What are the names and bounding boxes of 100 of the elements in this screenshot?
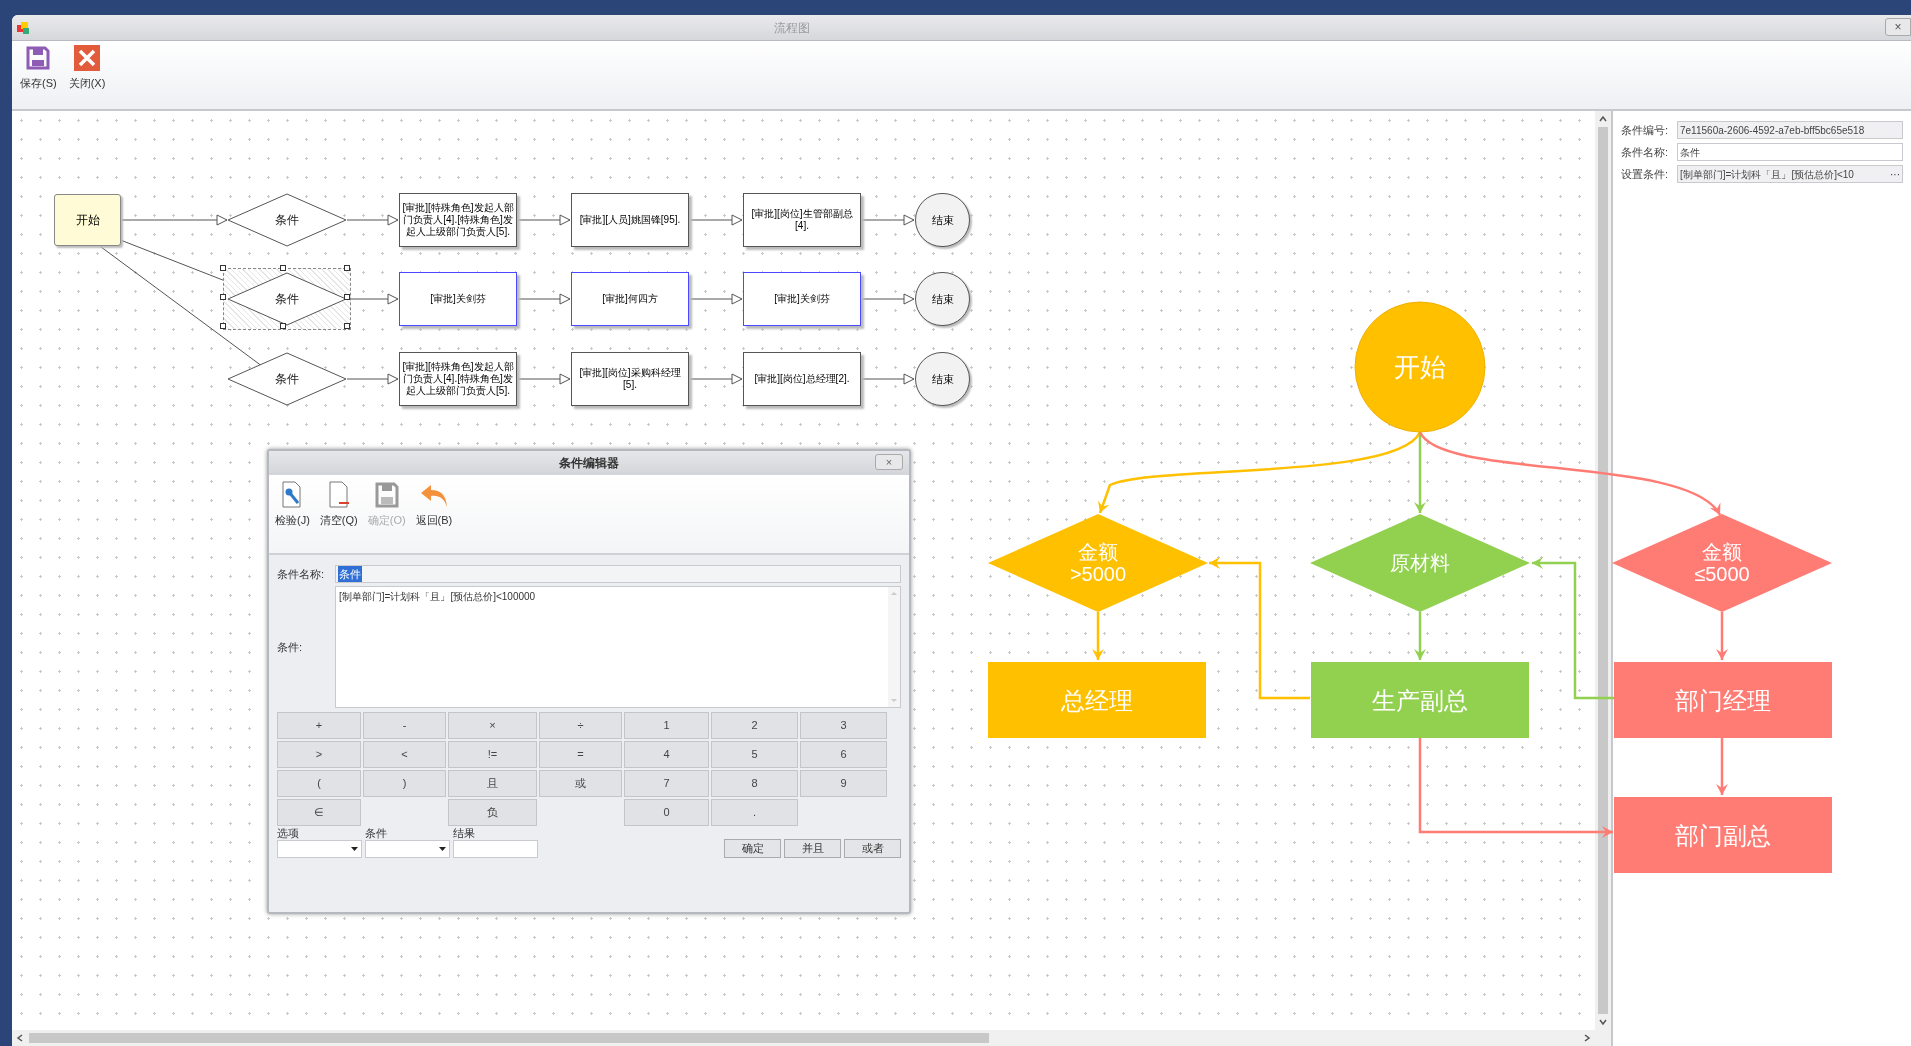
dialog-title: 条件编辑器	[559, 455, 619, 472]
keypad-key[interactable]: 4	[624, 741, 709, 768]
keypad-key[interactable]: 0	[624, 799, 709, 826]
connector-arrow	[516, 293, 571, 305]
horizontal-scrollbar[interactable]	[12, 1030, 1611, 1046]
keypad-key[interactable]: 且	[448, 770, 537, 797]
field-label: 设置条件:	[1621, 166, 1670, 182]
connector-arrow	[1716, 738, 1728, 795]
input-value: 条件	[338, 565, 362, 583]
end-node[interactable]: 结束	[915, 352, 970, 406]
name-input-field[interactable]: 条件	[335, 565, 901, 583]
process-box: 部门副总	[1614, 797, 1832, 873]
keypad-key[interactable]: +	[277, 712, 361, 739]
keypad-key[interactable]: (	[277, 770, 361, 797]
keypad-key[interactable]: =	[539, 741, 622, 768]
resize-handle[interactable]	[220, 294, 226, 300]
resize-handle[interactable]	[344, 265, 350, 271]
scroll-up-icon[interactable]	[1598, 114, 1608, 124]
resize-handle[interactable]	[220, 323, 226, 329]
task-node[interactable]: [审批][岗位]采购科经理[5].	[571, 352, 689, 406]
property-field[interactable]: 7e11560a-2606-4592-a7eb-bff5bc65e518	[1677, 121, 1903, 139]
start-node[interactable]: 开始	[54, 194, 121, 246]
keypad-key[interactable]: <	[363, 741, 446, 768]
connector-arrow	[516, 373, 571, 385]
toolbar-button[interactable]: 检验(J)	[275, 481, 310, 529]
keypad-key[interactable]: 6	[800, 741, 887, 768]
keypad-key[interactable]: >	[277, 741, 361, 768]
keypad-key[interactable]: 8	[711, 770, 798, 797]
text-input-field[interactable]	[453, 840, 538, 858]
keypad-key[interactable]: -	[363, 712, 446, 739]
keypad-key[interactable]: 1	[624, 712, 709, 739]
resize-handle[interactable]	[220, 265, 226, 271]
task-node[interactable]: [审批]何四方	[571, 272, 689, 326]
condition-node[interactable]: 条件	[223, 268, 351, 330]
close-button[interactable]: 关闭(X)	[66, 45, 108, 92]
keypad-key[interactable]: 3	[800, 712, 887, 739]
toolbar-button[interactable]: 清空(Q)	[319, 481, 358, 529]
connector-arrow	[860, 373, 915, 385]
task-node[interactable]: [审批][特殊角色]发起人部门负责人[4].[特殊角色]发起人上级部门负责人[5].	[399, 352, 517, 406]
task-node[interactable]: [审批][岗位]总经理[2].	[743, 352, 861, 406]
keypad-key[interactable]: 9	[800, 770, 887, 797]
browse-button[interactable]: ···	[1888, 166, 1902, 182]
toolbar-button[interactable]: 返回(B)	[415, 481, 453, 529]
resize-handle[interactable]	[344, 294, 350, 300]
connector-arrow	[860, 214, 915, 226]
keypad-key[interactable]: 7	[624, 770, 709, 797]
window-title: 流程图	[773, 19, 811, 37]
scroll-right-icon[interactable]	[1582, 1033, 1592, 1043]
connector-arrow	[1092, 612, 1104, 660]
end-node[interactable]: 结束	[915, 193, 970, 247]
keypad-key[interactable]: ×	[448, 712, 537, 739]
end-node[interactable]: 结束	[915, 272, 970, 326]
keypad-key[interactable]: 负	[448, 799, 537, 826]
task-node[interactable]: [审批][岗位]生管部副总[4].	[743, 193, 861, 247]
scroll-left-icon[interactable]	[15, 1033, 25, 1043]
keypad-key[interactable]: 5	[711, 741, 798, 768]
keypad-key[interactable]: ÷	[539, 712, 622, 739]
resize-handle[interactable]	[280, 323, 286, 329]
dialog-button[interactable]: 并且	[784, 839, 841, 858]
field-label: 条件名称:	[1621, 144, 1670, 160]
scroll-down-icon[interactable]	[1598, 1017, 1608, 1027]
task-node[interactable]: [审批]关剑芬	[743, 272, 861, 326]
resize-handle[interactable]	[344, 323, 350, 329]
task-node[interactable]: [审批]关剑芬	[399, 272, 517, 326]
condition-text: [制单部门]=计划科「且」[预估总价]<100000	[338, 590, 537, 604]
keypad-key[interactable]: !=	[448, 741, 537, 768]
keypad-key[interactable]: 或	[539, 770, 622, 797]
field-label: 条件	[365, 827, 388, 840]
scrollbar-thumb[interactable]	[1598, 127, 1608, 1014]
keypad-key[interactable]: ∈	[277, 799, 361, 826]
field-label: 条件名称:	[277, 566, 326, 582]
close-button[interactable]: ×	[875, 454, 903, 470]
field-label: 选项	[277, 827, 300, 840]
decision-diamond: 金额 >5000	[988, 514, 1208, 612]
dropdown-caret-icon	[439, 847, 446, 851]
task-node[interactable]: [审批][特殊角色]发起人部门负责人[4].[特殊角色]发起人上级部门负责人[5].	[399, 193, 517, 247]
save-button[interactable]: 保存(S)	[18, 45, 59, 92]
field-value: [制单部门]=计划科「且」[预估总价]<10	[1680, 167, 1855, 182]
close-button[interactable]: ×	[1885, 18, 1911, 36]
property-field[interactable]: [制单部门]=计划科「且」[预估总价]<10 ···	[1677, 165, 1903, 183]
keypad-key[interactable]: .	[711, 799, 798, 826]
process-box: 总经理	[988, 662, 1206, 738]
dialog-button[interactable]: 或者	[844, 839, 901, 858]
app-icon	[16, 20, 30, 35]
resize-handle[interactable]	[280, 265, 286, 271]
scrollbar-thumb[interactable]	[29, 1033, 989, 1043]
field-label: 条件编号:	[1621, 122, 1670, 138]
connector-arrow	[346, 214, 399, 226]
dropdown-field[interactable]	[365, 840, 450, 858]
property-field[interactable]: 条件	[1677, 143, 1903, 161]
task-node[interactable]: [审批][人员]姚国锋[95].	[571, 193, 689, 247]
dropdown-field[interactable]	[277, 840, 362, 858]
keypad-key[interactable]: 2	[711, 712, 798, 739]
keypad-key[interactable]: )	[363, 770, 446, 797]
close-icon	[74, 45, 100, 71]
connector-arrow	[516, 214, 571, 226]
vertical-scrollbar[interactable]	[1595, 111, 1611, 1030]
field-value: 条件	[1680, 145, 1701, 160]
dialog-button[interactable]: 确定	[724, 839, 781, 858]
document-icon	[326, 481, 351, 509]
